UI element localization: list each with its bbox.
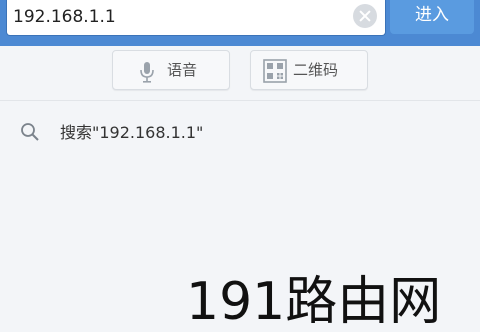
qr-code-icon — [263, 59, 287, 97]
qr-scan-button[interactable]: 二维码 — [250, 50, 368, 90]
search-icon — [20, 122, 40, 146]
clear-icon[interactable] — [353, 4, 377, 28]
go-button[interactable]: 进入 — [390, 0, 474, 34]
suggestion-item[interactable]: 搜索"192.168.1.1" — [0, 112, 480, 152]
voice-search-label: 语音 — [167, 61, 198, 79]
suggestion-label: 搜索"192.168.1.1" — [60, 123, 204, 142]
microphone-icon — [139, 59, 155, 97]
divider — [0, 100, 480, 101]
voice-search-button[interactable]: 语音 — [112, 50, 230, 90]
url-box[interactable] — [6, 0, 386, 36]
tool-buttons: 语音 二维码 — [0, 48, 480, 94]
address-bar: 进入 — [0, 0, 480, 46]
watermark-text: 191路由网 — [186, 272, 442, 332]
qr-scan-label: 二维码 — [293, 61, 339, 79]
url-input[interactable] — [13, 0, 343, 34]
